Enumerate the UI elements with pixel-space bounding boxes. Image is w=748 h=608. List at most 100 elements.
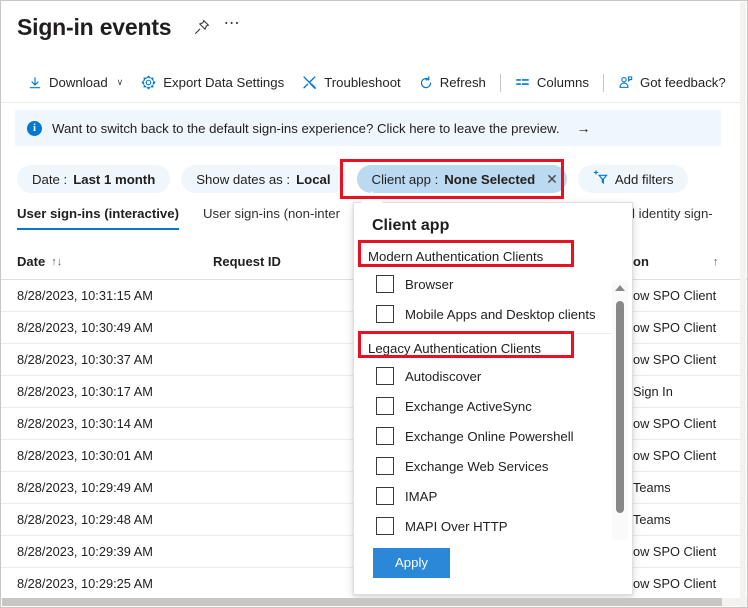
refresh-button[interactable]: Refresh bbox=[410, 68, 495, 98]
close-icon[interactable]: ✕ bbox=[546, 172, 558, 186]
checkbox-icon[interactable] bbox=[376, 367, 394, 385]
column-header-date[interactable]: Date ↑↓ bbox=[17, 254, 213, 269]
group-heading-legacy-auth: Legacy Authentication Clients bbox=[354, 336, 632, 361]
filter-show-dates-value: Local bbox=[296, 172, 330, 187]
option-autodiscover-label: Autodiscover bbox=[405, 369, 481, 384]
filter-date-label: Date : bbox=[32, 172, 67, 187]
filter-show-dates-label: Show dates as : bbox=[196, 172, 290, 187]
command-bar: Download ∨ Export Data Settings bbox=[1, 63, 748, 103]
option-browser[interactable]: Browser bbox=[354, 269, 632, 299]
cell-date: 8/28/2023, 10:31:15 AM bbox=[17, 288, 213, 303]
filter-client-app-value: None Selected bbox=[444, 172, 535, 187]
cell-application: ow SPO Client bbox=[633, 576, 748, 591]
refresh-label: Refresh bbox=[440, 75, 486, 90]
scrollbar-thumb[interactable] bbox=[2, 598, 722, 606]
title-bar: Sign-in events ⋯ bbox=[1, 1, 748, 53]
option-exchange-online-powershell[interactable]: Exchange Online Powershell bbox=[354, 421, 632, 451]
option-mapi-over-http-label: MAPI Over HTTP bbox=[405, 519, 508, 534]
checkbox-icon[interactable] bbox=[376, 397, 394, 415]
gear-icon bbox=[141, 75, 156, 90]
checkbox-icon[interactable] bbox=[376, 305, 394, 323]
export-data-settings-button[interactable]: Export Data Settings bbox=[132, 68, 293, 98]
preview-banner[interactable]: i Want to switch back to the default sig… bbox=[15, 110, 721, 146]
vertical-scrollbar-track[interactable] bbox=[740, 2, 746, 608]
cell-application: ow SPO Client bbox=[633, 448, 748, 463]
add-filters-button[interactable]: Add filters bbox=[578, 165, 688, 193]
troubleshoot-button[interactable]: Troubleshoot bbox=[293, 68, 410, 98]
option-exchange-online-powershell-label: Exchange Online Powershell bbox=[405, 429, 574, 444]
client-app-options-list[interactable]: Modern Authentication Clients Browser Mo… bbox=[354, 244, 632, 540]
columns-button[interactable]: Columns bbox=[506, 68, 598, 98]
export-data-settings-label: Export Data Settings bbox=[163, 75, 284, 90]
add-filters-label: Add filters bbox=[615, 172, 674, 187]
option-exchange-web-services-label: Exchange Web Services bbox=[405, 459, 548, 474]
option-mobile-apps-label: Mobile Apps and Desktop clients bbox=[405, 307, 596, 322]
arrow-right-icon: → bbox=[577, 120, 591, 136]
column-header-application-label: on bbox=[633, 254, 649, 269]
tools-icon bbox=[302, 75, 317, 90]
apply-button[interactable]: Apply bbox=[373, 548, 450, 578]
scrollbar-thumb[interactable] bbox=[616, 301, 624, 513]
option-autodiscover[interactable]: Autodiscover bbox=[354, 361, 632, 391]
cell-application: ow SPO Client bbox=[633, 544, 748, 559]
sign-in-events-page: Sign-in events ⋯ Download ∨ bbox=[0, 0, 748, 608]
chevron-down-icon: ∨ bbox=[117, 77, 124, 88]
checkbox-icon[interactable] bbox=[376, 457, 394, 475]
got-feedback-button[interactable]: Got feedback? bbox=[609, 68, 735, 98]
sort-icon[interactable]: ↑ bbox=[713, 256, 719, 268]
scroll-up-arrow-icon[interactable] bbox=[615, 285, 625, 291]
option-mapi-over-http[interactable]: MAPI Over HTTP bbox=[354, 511, 632, 540]
download-icon bbox=[28, 76, 42, 90]
option-exchange-activesync-label: Exchange ActiveSync bbox=[405, 399, 532, 414]
cell-date: 8/28/2023, 10:30:17 AM bbox=[17, 384, 213, 399]
divider bbox=[368, 333, 618, 334]
flyout-scrollbar[interactable] bbox=[612, 281, 628, 540]
column-header-date-label: Date bbox=[17, 254, 45, 269]
cell-date: 8/28/2023, 10:29:48 AM bbox=[17, 512, 213, 527]
flyout-title: Client app bbox=[354, 203, 632, 244]
filter-date-value: Last 1 month bbox=[73, 172, 155, 187]
columns-label: Columns bbox=[537, 75, 589, 90]
horizontal-scrollbar[interactable] bbox=[2, 598, 748, 606]
column-header-application[interactable]: on ↑ bbox=[633, 254, 748, 269]
cell-date: 8/28/2023, 10:29:39 AM bbox=[17, 544, 213, 559]
info-icon: i bbox=[27, 121, 42, 136]
filter-pill-date[interactable]: Date : Last 1 month bbox=[17, 165, 170, 193]
tab-user-signins-interactive[interactable]: User sign-ins (interactive) bbox=[17, 206, 179, 230]
option-imap-label: IMAP bbox=[405, 489, 437, 504]
option-mobile-apps-and-desktop-clients[interactable]: Mobile Apps and Desktop clients bbox=[354, 299, 632, 329]
checkbox-icon[interactable] bbox=[376, 275, 394, 293]
cell-date: 8/28/2023, 10:30:37 AM bbox=[17, 352, 213, 367]
tab-user-signins-non-interactive[interactable]: User sign-ins (non-inter bbox=[203, 206, 340, 228]
cell-date: 8/28/2023, 10:30:01 AM bbox=[17, 448, 213, 463]
filter-bar: Date : Last 1 month Show dates as : Loca… bbox=[17, 163, 737, 195]
cell-date: 8/28/2023, 10:29:25 AM bbox=[17, 576, 213, 591]
option-exchange-web-services[interactable]: Exchange Web Services bbox=[354, 451, 632, 481]
sort-icon[interactable]: ↑↓ bbox=[51, 256, 62, 268]
filter-pill-client-app[interactable]: Client app : None Selected ✕ bbox=[357, 165, 567, 193]
cell-application: ow SPO Client bbox=[633, 352, 748, 367]
divider bbox=[603, 74, 604, 92]
page-title: Sign-in events bbox=[17, 13, 171, 41]
checkbox-icon[interactable] bbox=[376, 517, 394, 535]
divider bbox=[500, 74, 501, 92]
download-button[interactable]: Download ∨ bbox=[19, 68, 132, 98]
checkbox-icon[interactable] bbox=[376, 487, 394, 505]
checkbox-icon[interactable] bbox=[376, 427, 394, 445]
cell-date: 8/28/2023, 10:30:14 AM bbox=[17, 416, 213, 431]
got-feedback-label: Got feedback? bbox=[640, 75, 726, 90]
feedback-icon bbox=[618, 75, 633, 90]
option-imap[interactable]: IMAP bbox=[354, 481, 632, 511]
flyout-footer: Apply bbox=[354, 540, 632, 594]
option-exchange-activesync[interactable]: Exchange ActiveSync bbox=[354, 391, 632, 421]
cell-application: Teams bbox=[633, 512, 748, 527]
cell-date: 8/28/2023, 10:30:49 AM bbox=[17, 320, 213, 335]
cell-application: Teams bbox=[633, 480, 748, 495]
more-options-icon[interactable]: ⋯ bbox=[219, 14, 245, 40]
cell-application: ow SPO Client bbox=[633, 320, 748, 335]
filter-pill-show-dates-as[interactable]: Show dates as : Local bbox=[181, 165, 345, 193]
option-browser-label: Browser bbox=[405, 277, 453, 292]
group-heading-modern-auth: Modern Authentication Clients bbox=[354, 244, 632, 269]
cell-application: ow SPO Client bbox=[633, 288, 748, 303]
pin-icon[interactable] bbox=[189, 14, 215, 40]
